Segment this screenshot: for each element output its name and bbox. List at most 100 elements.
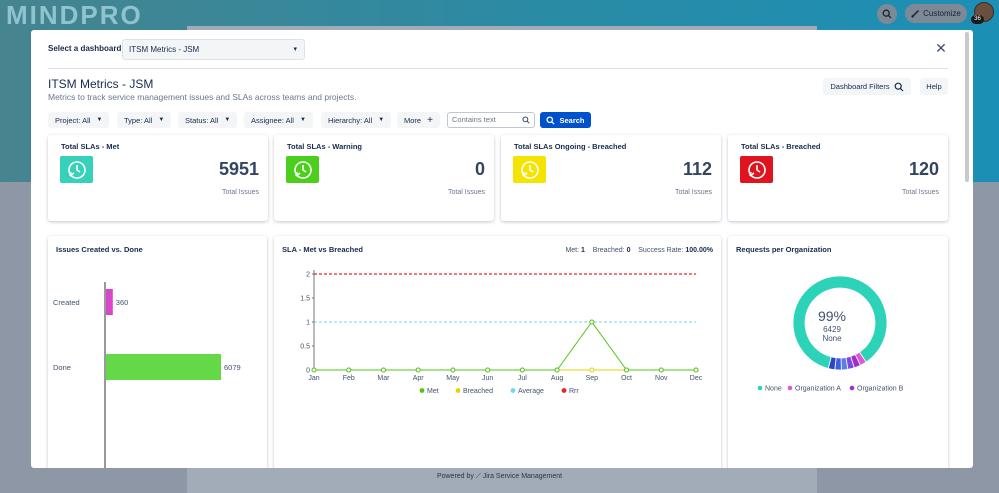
- x-tick-label: Nov: [655, 375, 668, 382]
- sla-clock-icon: [513, 156, 546, 183]
- global-search-button[interactable]: [877, 4, 897, 24]
- filter-status[interactable]: Status: All ▼: [178, 112, 238, 128]
- close-icon[interactable]: ✕: [934, 41, 948, 55]
- filter-assignee[interactable]: Assignee: All ▼: [244, 112, 313, 128]
- x-tick-label: Jan: [308, 375, 319, 382]
- help-label: Help: [926, 82, 942, 91]
- customize-button[interactable]: Customize: [905, 4, 967, 23]
- search-icon: [882, 9, 892, 19]
- legend-label[interactable]: Average: [518, 388, 544, 395]
- bar-category-label: Done: [53, 363, 71, 372]
- chart-card-sla-met-vs-breached: SLA - Met vs Breached Met: 1 Breached: 0…: [274, 236, 721, 468]
- point-met[interactable]: [589, 319, 595, 325]
- bar-value-label: 360: [116, 298, 129, 307]
- filter-type-label: Type: All: [124, 115, 153, 125]
- kpi-subtitle: Total Issues: [902, 189, 939, 196]
- x-tick-label: Dec: [690, 375, 703, 382]
- point-met[interactable]: [624, 367, 630, 373]
- kpi-value: 120: [908, 159, 939, 179]
- plus-icon: +: [427, 114, 433, 126]
- donut-center-label: None: [822, 334, 842, 343]
- dashboard-select[interactable]: ITSM Metrics - JSM ▾: [122, 39, 305, 60]
- legend-label[interactable]: Met: [427, 388, 439, 395]
- dialog-scrollbar[interactable]: [965, 32, 969, 182]
- point-breached[interactable]: [589, 367, 595, 373]
- x-tick-label: Mar: [377, 375, 390, 382]
- filter-more[interactable]: More +: [397, 112, 440, 128]
- legend-label[interactable]: Breached: [463, 388, 493, 395]
- contains-text-input[interactable]: Contains text: [447, 112, 535, 128]
- created-vs-done-chart: Created 360 Done 6079: [53, 282, 241, 468]
- sla-clock-icon: [286, 156, 319, 183]
- brush-icon: [911, 9, 920, 18]
- point-met[interactable]: [693, 367, 699, 373]
- kpi-title: Total SLAs - Met: [61, 142, 120, 151]
- x-tick-label: Apr: [413, 375, 425, 382]
- dashboard-filters-button[interactable]: Dashboard Filters: [823, 78, 911, 95]
- legend-marker: [419, 388, 425, 393]
- kpi-subtitle: Total Issues: [222, 189, 259, 196]
- point-met[interactable]: [658, 367, 664, 373]
- legend-marker: [510, 388, 516, 393]
- point-met[interactable]: [450, 367, 456, 373]
- bar-done[interactable]: [106, 354, 221, 380]
- help-button[interactable]: Help: [920, 78, 948, 95]
- legend-label[interactable]: Organization A: [795, 386, 841, 393]
- filter-type[interactable]: Type: All ▼: [117, 112, 172, 128]
- legend-label[interactable]: Rrr: [569, 388, 579, 395]
- search-button[interactable]: Search: [540, 112, 591, 128]
- series-line-met: [314, 321, 696, 371]
- filter-project[interactable]: Project: All ▼: [48, 112, 110, 128]
- legend-marker: [561, 388, 567, 393]
- chevron-down-icon: ▼: [158, 117, 165, 123]
- kpi-title: Total SLAs - Warning: [287, 142, 362, 151]
- y-tick-label: 0: [306, 368, 310, 375]
- mindpro-logo: MINDPRO: [6, 0, 143, 30]
- point-met[interactable]: [380, 367, 386, 373]
- clock-icon: [67, 160, 86, 179]
- kpi-card-sla-breached: Total SLAs - Breached 120 Total Issues: [728, 135, 948, 221]
- filter-hierarchy[interactable]: Hierarchy: All ▼: [321, 112, 392, 128]
- avatar-badge: 36: [971, 15, 984, 24]
- bar-created[interactable]: [106, 289, 113, 315]
- y-tick-label: 0.5: [300, 344, 310, 351]
- clock-icon: [747, 160, 766, 179]
- kpi-card-sla-met: Total SLAs - Met 5951 Total Issues: [48, 135, 268, 221]
- donut-center-percent: 99%: [818, 308, 846, 324]
- point-met[interactable]: [346, 367, 352, 373]
- clock-icon: [520, 160, 539, 179]
- kpi-value: 0: [474, 159, 485, 179]
- legend-marker: [757, 385, 763, 391]
- point-met[interactable]: [554, 367, 560, 373]
- dashboard-filters-label: Dashboard Filters: [830, 82, 890, 91]
- kpi-subtitle: Total Issues: [448, 189, 485, 196]
- x-tick-label: Jul: [518, 375, 527, 382]
- chevron-down-icon: ▼: [378, 117, 385, 123]
- x-tick-label: Jun: [482, 375, 493, 382]
- sla-line-chart: 0 0.5 1 1.5 2 Jan Feb Mar Apr May Jun Jul Aug Sep Oct N…: [300, 270, 703, 395]
- search-button-label: Search: [559, 115, 585, 125]
- legend-label[interactable]: Organization B: [857, 386, 904, 393]
- legend-marker: [455, 388, 461, 393]
- header-divider: [48, 68, 948, 69]
- donut-center-value: 6429: [823, 325, 841, 334]
- legend-marker: [849, 385, 855, 391]
- point-met[interactable]: [415, 367, 421, 373]
- point-met[interactable]: [311, 367, 317, 373]
- chevron-down-icon: ▾: [293, 46, 297, 53]
- bar-category-label: Created: [53, 298, 80, 307]
- powered-by-footer: Powered by ⟋ Jira Service Management: [436, 473, 563, 480]
- chevron-down-icon: ▼: [224, 117, 231, 123]
- kpi-title: Total SLAs - Breached: [741, 142, 821, 151]
- point-met[interactable]: [519, 367, 525, 373]
- point-met[interactable]: [485, 367, 491, 373]
- filter-hierarchy-label: Hierarchy: All: [328, 115, 373, 125]
- chart-card-requests-per-org: Requests per Organization 99% 6429 None Non…: [728, 236, 948, 468]
- legend-label[interactable]: None: [765, 386, 782, 393]
- x-tick-label: Aug: [551, 375, 564, 382]
- search-icon: [546, 115, 556, 125]
- kpi-card-sla-warning: Total SLAs - Warning 0 Total Issues: [274, 135, 494, 221]
- dashboard-subtitle: Metrics to track service management issu…: [48, 92, 357, 102]
- customize-label: Customize: [923, 9, 961, 18]
- dashboard-select-value: ITSM Metrics - JSM: [129, 45, 200, 54]
